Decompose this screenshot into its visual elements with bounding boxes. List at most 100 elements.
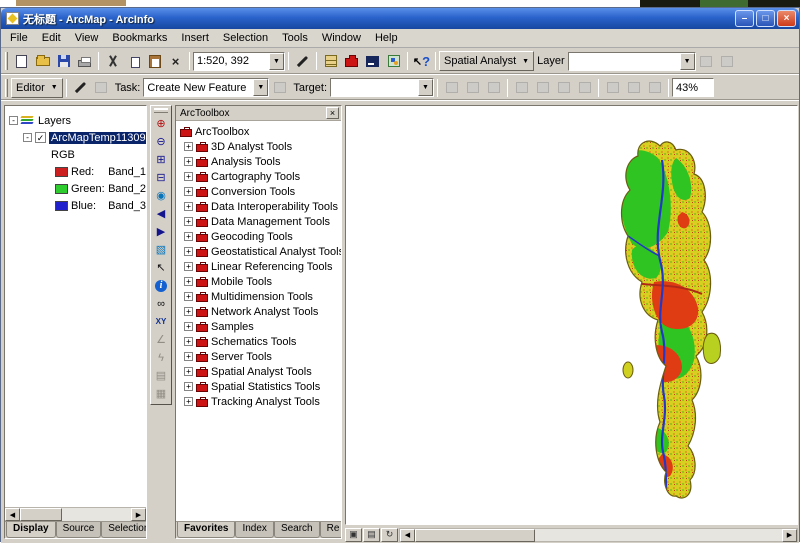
expand-icon[interactable]: + [184, 352, 193, 361]
expand-icon[interactable]: + [184, 397, 193, 406]
toolbox-item[interactable]: +Server Tools [176, 349, 341, 364]
toc-band-row[interactable]: Red: Band_1 [5, 163, 146, 180]
chevron-down-icon[interactable]: ▼ [269, 53, 284, 70]
identify-button[interactable]: i [152, 277, 170, 295]
toolbox-item[interactable]: +Spatial Analyst Tools [176, 364, 341, 379]
menu-view[interactable]: View [68, 30, 106, 46]
task-combo[interactable]: Create New Feature ▼ [143, 78, 269, 97]
title-bar[interactable]: 无标题 - ArcMap - ArcInfo – □ × [1, 8, 799, 29]
copy-button[interactable] [123, 51, 144, 72]
scroll-right-icon[interactable]: ▶ [131, 508, 146, 521]
expand-icon[interactable]: + [184, 217, 193, 226]
tab-selection[interactable]: Selection [101, 522, 146, 538]
save-button[interactable] [53, 51, 74, 72]
menu-window[interactable]: Window [315, 30, 368, 46]
expand-icon[interactable]: + [184, 322, 193, 331]
minimize-button[interactable]: – [735, 10, 754, 27]
expand-icon[interactable]: + [184, 337, 193, 346]
toolbar-gripper[interactable] [5, 79, 8, 97]
expand-icon[interactable]: + [184, 277, 193, 286]
menu-edit[interactable]: Edit [35, 30, 68, 46]
toolbox-item[interactable]: +Mobile Tools [176, 274, 341, 289]
toolbox-item[interactable]: +Analysis Tools [176, 154, 341, 169]
target-combo[interactable]: ▼ [330, 78, 434, 97]
toolbar-gripper[interactable] [5, 52, 8, 70]
menu-insert[interactable]: Insert [174, 30, 216, 46]
map-horizontal-scrollbar[interactable]: ◀ ▶ [399, 528, 798, 542]
zoom-in-button[interactable]: ⊕ [152, 115, 170, 133]
open-button[interactable] [32, 51, 53, 72]
menu-bookmarks[interactable]: Bookmarks [105, 30, 174, 46]
menu-file[interactable]: File [3, 30, 35, 46]
scrollbar-thumb[interactable] [415, 529, 535, 542]
toolbox-item[interactable]: +Schematics Tools [176, 334, 341, 349]
back-extent-button[interactable]: ◀ [152, 205, 170, 223]
paste-button[interactable] [144, 51, 165, 72]
toc-band-row[interactable]: Blue: Band_3 [5, 197, 146, 214]
toolbox-item[interactable]: +Tracking Analyst Tools [176, 394, 341, 409]
go-to-xy-button[interactable]: XY [152, 313, 170, 331]
find-button[interactable]: ∞ [152, 295, 170, 313]
toolbox-item[interactable]: +Geocoding Tools [176, 229, 341, 244]
scroll-left-icon[interactable]: ◀ [5, 508, 20, 521]
select-elements-button[interactable]: ↖ [152, 259, 170, 277]
toolbox-item[interactable]: +Data Management Tools [176, 214, 341, 229]
toolbox-item[interactable]: +Data Interoperability Tools [176, 199, 341, 214]
toolbox-item[interactable]: +3D Analyst Tools [176, 139, 341, 154]
collapse-icon[interactable]: - [9, 116, 18, 125]
expand-icon[interactable]: + [184, 262, 193, 271]
toolbox-item[interactable]: +Spatial Statistics Tools [176, 379, 341, 394]
toc-band-row[interactable]: Green: Band_2 [5, 180, 146, 197]
tab-source[interactable]: Source [56, 522, 102, 538]
expand-icon[interactable]: + [184, 172, 193, 181]
expand-icon[interactable]: + [184, 367, 193, 376]
full-extent-button[interactable]: ◉ [152, 187, 170, 205]
expand-icon[interactable]: + [184, 232, 193, 241]
tab-results[interactable]: Re [320, 522, 341, 538]
arctoolbox-root[interactable]: ArcToolbox [176, 124, 341, 139]
chevron-down-icon[interactable]: ▼ [680, 53, 695, 70]
toc-renderer-row[interactable]: RGB [5, 146, 146, 163]
tab-search[interactable]: Search [274, 522, 320, 538]
collapse-icon[interactable]: - [23, 133, 32, 142]
toolbox-item[interactable]: +Cartography Tools [176, 169, 341, 184]
expand-icon[interactable]: + [184, 247, 193, 256]
chevron-down-icon[interactable]: ▼ [253, 79, 268, 96]
model-builder-button[interactable] [383, 51, 404, 72]
fixed-zoom-out-button[interactable]: ⊟ [152, 169, 170, 187]
refresh-view-button[interactable]: ↻ [381, 528, 398, 542]
map-scale-combo[interactable]: 1:520, 392 ▼ [193, 52, 285, 71]
scrollbar-thumb[interactable] [20, 508, 62, 521]
new-document-button[interactable] [11, 51, 32, 72]
toolbox-item[interactable]: +Geostatistical Analyst Tools [176, 244, 341, 259]
delete-button[interactable]: × [165, 51, 186, 72]
forward-extent-button[interactable]: ▶ [152, 223, 170, 241]
arctoolbox-button[interactable] [341, 51, 362, 72]
arccatalog-button[interactable] [320, 51, 341, 72]
layer-visibility-checkbox[interactable]: ✓ [35, 132, 46, 143]
sketch-pencil-button[interactable] [292, 51, 313, 72]
toolbar-gripper[interactable] [154, 108, 168, 113]
toolbox-item[interactable]: +Samples [176, 319, 341, 334]
tab-favorites[interactable]: Favorites [177, 522, 235, 538]
command-line-button[interactable] [362, 51, 383, 72]
fixed-zoom-in-button[interactable]: ⊞ [152, 151, 170, 169]
layer-combo[interactable]: ▼ [568, 52, 696, 71]
maximize-button[interactable]: □ [756, 10, 775, 27]
toc-horizontal-scrollbar[interactable]: ◀ ▶ [5, 507, 146, 521]
toc-root-layers[interactable]: - Layers [5, 112, 146, 129]
cut-button[interactable] [102, 51, 123, 72]
toolbox-item[interactable]: +Network Analyst Tools [176, 304, 341, 319]
editor-dropdown[interactable]: Editor ▼ [11, 78, 63, 98]
zoom-out-button[interactable]: ⊖ [152, 133, 170, 151]
sketch-tool-button[interactable] [70, 77, 91, 98]
spatial-analyst-dropdown[interactable]: Spatial Analyst ▼ [439, 51, 534, 71]
data-view-button[interactable]: ▣ [345, 528, 362, 542]
close-icon[interactable]: × [326, 107, 339, 119]
menu-tools[interactable]: Tools [275, 30, 315, 46]
expand-icon[interactable]: + [184, 142, 193, 151]
toolbox-item[interactable]: +Multidimension Tools [176, 289, 341, 304]
menu-selection[interactable]: Selection [216, 30, 275, 46]
expand-icon[interactable]: + [184, 292, 193, 301]
expand-icon[interactable]: + [184, 382, 193, 391]
